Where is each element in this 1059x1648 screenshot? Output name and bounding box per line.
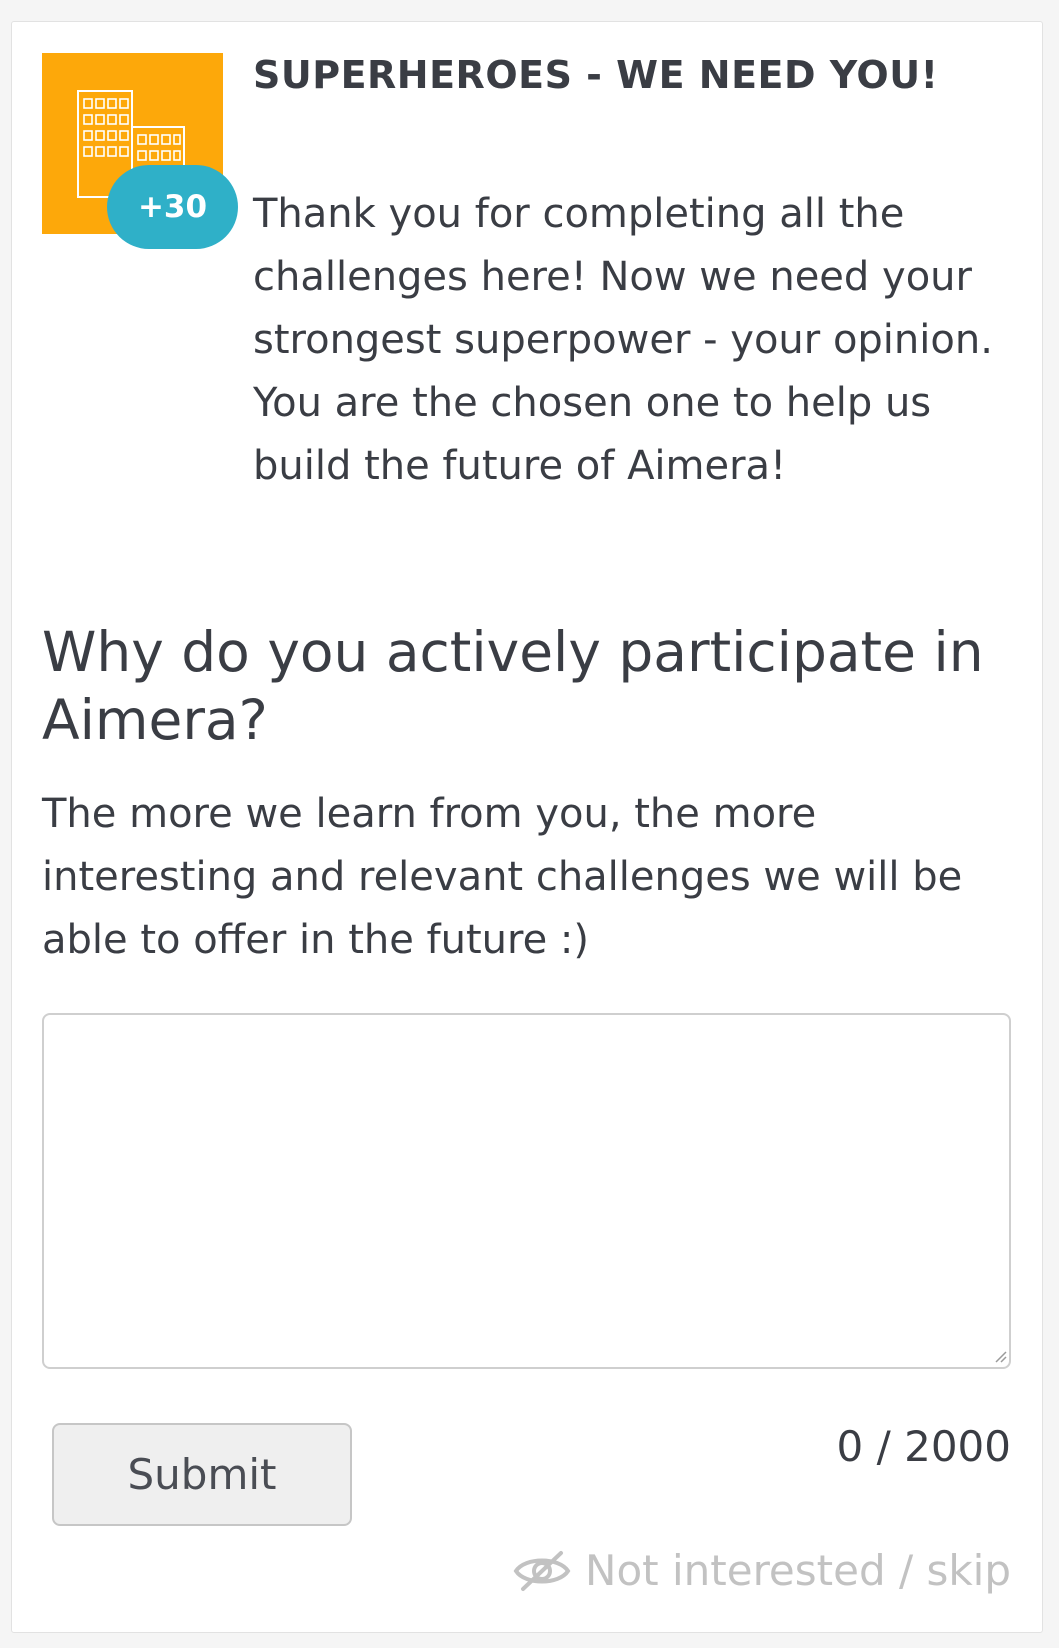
skip-label: Not interested / skip xyxy=(585,1546,1011,1595)
challenge-title: SUPERHEROES - WE NEED YOU! xyxy=(253,53,939,97)
eye-slash-icon xyxy=(513,1551,571,1591)
submit-button[interactable]: Submit xyxy=(52,1423,352,1526)
points-badge: +30 xyxy=(107,165,238,249)
question-help: The more we learn from you, the more int… xyxy=(42,791,963,963)
resize-grip-icon[interactable] xyxy=(994,1350,1008,1364)
answer-textarea[interactable] xyxy=(42,1013,1011,1369)
skip-link[interactable]: Not interested / skip xyxy=(513,1543,1011,1599)
character-counter: 0 / 2000 xyxy=(836,1422,1011,1471)
question-text: Why do you actively participate in Aimer… xyxy=(42,620,984,752)
challenge-intro: Thank you for completing all the challen… xyxy=(253,191,993,489)
